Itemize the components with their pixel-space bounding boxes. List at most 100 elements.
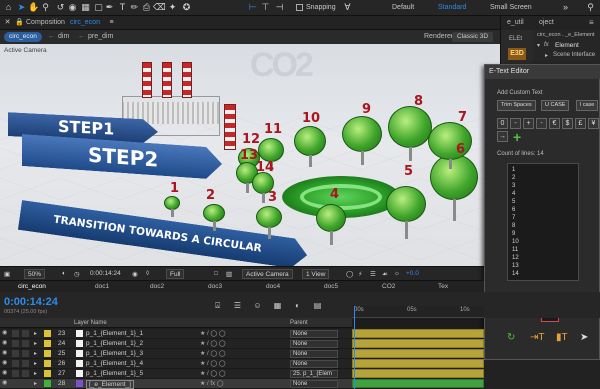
eye-icon[interactable]: ◉ [2,380,9,387]
snapshot-icon[interactable]: ◐ [62,270,66,277]
graph-editor-icon[interactable]: ▤ [312,300,323,311]
solo-toggle[interactable] [22,370,29,377]
breadcrumb-pre-dim[interactable]: pre_dim [88,33,113,40]
region-of-interest-icon[interactable]: □ [214,270,218,277]
playhead[interactable] [354,306,355,389]
draft-3d-icon[interactable]: ⍓ [212,300,223,311]
pen-tool-icon[interactable]: ✒ [104,2,115,13]
transparency-grid-icon[interactable]: ▧ [226,270,232,278]
rectangle-tool-icon[interactable]: ▢ [93,2,104,13]
audio-toggle[interactable] [12,360,19,367]
layer-switches[interactable]: ★ / ◯ ◯ [200,340,225,347]
lines-textarea[interactable]: 1 2 3 4 5 6 7 8 9 10 11 12 13 14 [507,163,579,281]
workspace-default[interactable]: Default [392,4,414,11]
table-row[interactable]: ◉ ▸ 27 p_1_{Element_1}_5 ★ / ◯ ◯ 25. p_1… [0,369,352,379]
snapshot-camera-icon[interactable]: ◉ [132,270,138,278]
pan-behind-tool-icon[interactable]: ▦ [80,2,91,13]
layer-duration-bar[interactable] [352,329,484,338]
symbol-button-euro[interactable]: € [549,118,560,129]
label-color[interactable] [44,330,51,337]
symbol-button-yen[interactable]: ¥ [588,118,599,129]
world-axis-icon[interactable]: ⊤ [260,2,271,13]
magnification-dropdown[interactable]: 50% [24,269,46,279]
table-row[interactable]: ◉ ▸ 26 p_1_{Element_1}_4 ★ / ◯ ◯ None [0,359,352,369]
comp-flowchart-icon[interactable]: ☰ [232,300,243,311]
parent-dropdown[interactable]: None [290,380,338,388]
roto-brush-tool-icon[interactable]: ✦ [167,2,178,13]
timeline-tab-tex[interactable]: Tex [438,283,448,290]
fast-previews-icon[interactable]: ⚡ [358,270,363,278]
layer-name-column[interactable]: Layer Name [74,320,107,326]
eraser-tool-icon[interactable]: ⌫ [153,2,166,13]
audio-toggle[interactable] [12,380,19,387]
layer-name[interactable]: p_1_{Element_1}_2 [86,340,143,347]
timeline-tab-doc2[interactable]: doc2 [150,283,164,290]
exposure-value[interactable]: +0.0 [406,270,419,277]
search-help-icon[interactable]: ⚲ [585,2,596,13]
color-channels-icon[interactable]: ◊ [146,270,149,277]
audio-toggle[interactable] [12,350,19,357]
motion-blur-icon[interactable]: ◐ [292,300,303,311]
layer-switches[interactable]: ★ / fx ◯ [200,380,223,387]
panel-menu-icon[interactable]: ≡ [589,18,594,27]
eye-icon[interactable]: ◉ [2,340,9,347]
parent-dropdown[interactable]: None [290,330,338,338]
always-preview-icon[interactable]: ▣ [4,270,10,278]
local-axis-icon[interactable]: ⊢ [247,2,258,13]
zoom-tool-icon[interactable]: ⚲ [40,2,51,13]
snap-options-icon[interactable]: ∀ [342,2,353,13]
renderer-dropdown[interactable]: Classic 3D [452,32,494,42]
layer-switches[interactable]: ★ / ◯ ◯ [200,350,225,357]
refresh-icon[interactable]: ↻ [507,332,515,344]
eye-icon[interactable]: ◉ [2,370,9,377]
layer-switches[interactable]: ★ / ◯ ◯ [200,330,225,337]
brush-tool-icon[interactable]: ✏ [129,2,140,13]
collapse-arrow-icon[interactable]: ▸ [545,52,548,59]
frame-blending-icon[interactable]: ▦ [272,300,283,311]
pixel-aspect-icon[interactable]: ◯ [346,270,353,278]
workspace-small-screen[interactable]: Small Screen [490,4,532,11]
label-color[interactable] [44,370,51,377]
symbol-button-0[interactable]: 0 [497,118,508,129]
timeline-tab-doc4[interactable]: doc4 [266,283,280,290]
add-line-icon[interactable]: + [513,130,521,144]
scene-interface-label[interactable]: Scene Interface [553,52,595,58]
symbol-button-plus[interactable]: + [523,118,534,129]
puppet-pin-tool-icon[interactable]: ✪ [181,2,192,13]
label-color[interactable] [44,350,51,357]
table-row[interactable]: ◉ ▸ 24 p_1_{Element_1}_2 ★ / ◯ ◯ None [0,339,352,349]
timeline-timecode[interactable]: 0:00:14:24 [4,296,58,308]
tab-e-util[interactable]: e_util [507,19,524,26]
panel-menu-icon[interactable]: ≡ [106,17,117,28]
symbol-button-pound[interactable]: £ [575,118,586,129]
symbol-button-dollar[interactable]: $ [562,118,573,129]
parent-dropdown[interactable]: None [290,340,338,348]
close-panel-icon[interactable]: ✕ [2,17,13,28]
table-row-selected[interactable]: ◉ ▸ 28 [_e_Element_] ★ / fx ◯ None [0,379,352,389]
layer-switches[interactable]: ★ / ◯ ◯ [200,370,225,377]
workspace-standard[interactable]: Standard [438,4,466,11]
layer-duration-bar[interactable] [352,349,484,358]
text-tool-icon[interactable]: T [117,2,128,13]
breadcrumb-circ-econ[interactable]: circ_econ [4,32,42,42]
expand-arrow-icon[interactable]: ▸ [34,330,37,337]
layer-name[interactable]: [_e_Element_] [86,380,134,389]
workspace-menu-icon[interactable]: » [560,2,571,13]
label-color[interactable] [44,340,51,347]
trim-spaces-button[interactable]: Trim Spaces [497,100,536,111]
expand-arrow-icon[interactable]: ▸ [34,350,37,357]
timeline-icon[interactable]: ☰ [370,270,376,278]
audio-toggle[interactable] [12,330,19,337]
timeline-tab-co2[interactable]: CO2 [382,283,395,290]
cursor-pointer-icon[interactable]: ➤ [580,332,588,344]
layer-name[interactable]: p_1_{Element_1}_4 [86,360,143,367]
layer-switches[interactable]: ★ / ◯ ◯ [200,360,225,367]
insert-text-icon[interactable]: ▮T [556,332,568,344]
layer-name[interactable]: p_1_{Element_1}_5 [86,370,143,377]
fx-icon[interactable]: fx [544,42,549,48]
parent-dropdown[interactable]: None [290,350,338,358]
audio-toggle[interactable] [12,340,19,347]
symbol-button-minus[interactable]: - [510,118,521,129]
lowercase-button[interactable]: l case [576,100,599,111]
layer-duration-bar[interactable] [352,339,484,348]
